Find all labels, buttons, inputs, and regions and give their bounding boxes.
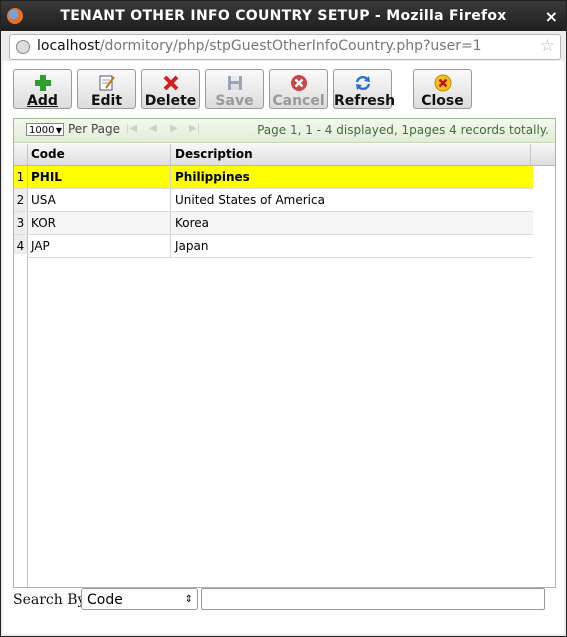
cell-code[interactable]: JAP (28, 235, 171, 257)
per-page-label: Per Page (68, 122, 120, 136)
search-bar: Search By: Code ⇕ (13, 588, 554, 614)
cancel-label: Cancel (272, 93, 325, 109)
edit-icon (97, 74, 117, 92)
window-title: TENANT OTHER INFO COUNTRY SETUP - Mozill… (60, 8, 507, 24)
search-by-label: Search By: (13, 592, 91, 608)
url-host: localhost (37, 38, 100, 54)
delete-button[interactable]: Delete (141, 69, 200, 109)
table-row[interactable]: 1 PHIL Philippines (14, 166, 533, 189)
table-row[interactable]: 3 KOR Korea (14, 212, 533, 235)
edit-label: Edit (90, 93, 123, 109)
column-header-description[interactable]: Description (172, 144, 531, 165)
row-number: 2 (14, 189, 28, 211)
browser-window: TENANT OTHER INFO COUNTRY SETUP - Mozill… (0, 0, 567, 637)
plus-icon (33, 74, 53, 92)
globe-icon (16, 40, 30, 54)
cell-description[interactable]: Japan (172, 235, 533, 257)
cell-code[interactable]: PHIL (28, 166, 171, 188)
table-row[interactable]: 2 USA United States of America (14, 189, 533, 212)
close-label: Close (421, 93, 464, 109)
next-page-icon[interactable]: ▶ (170, 123, 178, 134)
save-button[interactable]: Save (205, 69, 264, 109)
last-page-icon[interactable]: ▶| (189, 123, 200, 134)
first-page-icon[interactable]: |◀ (126, 123, 137, 134)
select-arrows-icon: ⇕ (184, 594, 193, 605)
row-number-column (14, 254, 28, 587)
address-bar[interactable]: localhost/dormitory/php/stpGuestOtherInf… (9, 34, 561, 60)
close-button[interactable]: Close (413, 69, 472, 109)
row-number-header (14, 144, 28, 165)
column-header-code[interactable]: Code (28, 144, 171, 165)
window-close-button[interactable]: × (545, 7, 558, 26)
cell-description[interactable]: Philippines (172, 166, 533, 188)
search-field-value: Code (87, 592, 123, 608)
search-field-select[interactable]: Code ⇕ (81, 588, 198, 610)
cell-description[interactable]: Korea (172, 212, 533, 234)
pager-bar: 1000 ▼ Per Page |◀ ◀ ▶ ▶| Page 1, 1 - 4 d… (14, 119, 555, 143)
page-size-select[interactable]: 1000 ▼ (26, 123, 64, 136)
page-size-value: 1000 (29, 125, 55, 136)
url-text[interactable]: localhost/dormitory/php/stpGuestOtherInf… (37, 38, 482, 54)
save-icon (225, 74, 245, 92)
save-label: Save (215, 93, 254, 109)
search-input[interactable] (201, 588, 545, 610)
cell-description[interactable]: United States of America (172, 189, 533, 211)
add-label: Add (27, 93, 58, 109)
title-bar: TENANT OTHER INFO COUNTRY SETUP - Mozill… (1, 1, 566, 31)
data-grid: 1000 ▼ Per Page |◀ ◀ ▶ ▶| Page 1, 1 - 4 d… (13, 118, 556, 588)
bookmark-star-icon[interactable]: ☆ (540, 36, 555, 56)
refresh-button[interactable]: Refresh (333, 69, 396, 109)
url-path: /dormitory/php/stpGuestOtherInfoCountry.… (99, 38, 482, 54)
table-row[interactable]: 4 JAP Japan (14, 235, 533, 258)
pager-info: Page 1, 1 - 4 displayed, 1pages 4 record… (257, 123, 549, 137)
edit-button[interactable]: Edit (77, 69, 136, 109)
grid-header: Code Description (14, 144, 555, 166)
cancel-icon (289, 74, 309, 92)
add-button[interactable]: Add (13, 69, 72, 109)
page-content: Add Edit Delete Save Cancel Refresh Clos… (3, 61, 564, 634)
row-number: 3 (14, 212, 28, 234)
prev-page-icon[interactable]: ◀ (149, 123, 157, 134)
close-icon (433, 74, 453, 92)
delete-label: Delete (144, 93, 197, 109)
cancel-button[interactable]: Cancel (269, 69, 328, 109)
delete-icon (161, 74, 181, 92)
chevron-down-icon: ▼ (55, 126, 62, 135)
row-number: 1 (14, 166, 28, 188)
refresh-label: Refresh (334, 93, 396, 109)
cell-code[interactable]: USA (28, 189, 171, 211)
refresh-icon (353, 74, 373, 92)
cell-code[interactable]: KOR (28, 212, 171, 234)
grid-rows: 1 PHIL Philippines 2 USA United States o… (14, 166, 533, 258)
